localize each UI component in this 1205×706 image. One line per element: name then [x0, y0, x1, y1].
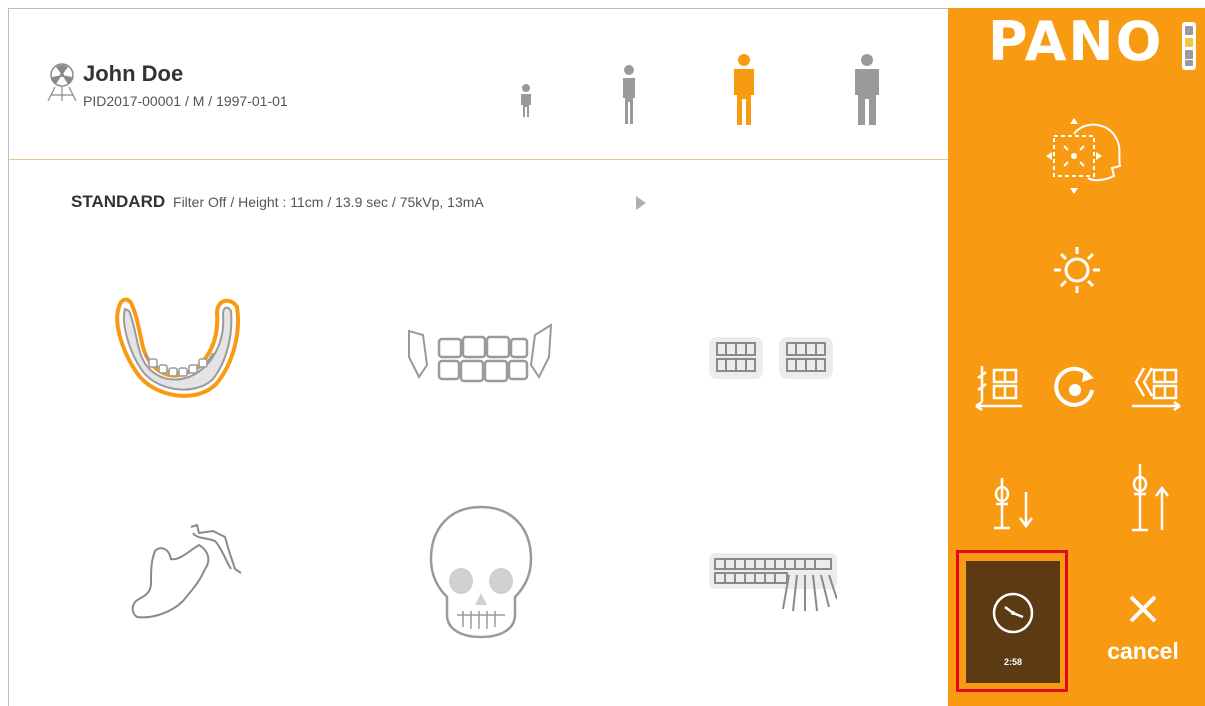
- protocol-details: Filter Off / Height : 11cm / 13.9 sec / …: [173, 194, 484, 210]
- protocol-row: STANDARD Filter Off / Height : 11cm / 13…: [71, 192, 484, 212]
- main-panel: John Doe PID2017-00001 / M / 1997-01-01 …: [8, 8, 949, 706]
- patient-name: John Doe: [83, 61, 184, 86]
- move-forward-icon[interactable]: [1130, 362, 1186, 412]
- height-up-icon[interactable]: [1124, 460, 1178, 534]
- protocol-expand-arrow-icon[interactable]: [635, 195, 647, 211]
- close-icon: [1129, 595, 1157, 623]
- standard-arch-icon[interactable]: [109, 293, 244, 411]
- patient-info: PID2017-00001 / M / 1997-01-01: [83, 93, 288, 109]
- tmj-icon[interactable]: [405, 317, 555, 389]
- app-window: John Doe PID2017-00001 / M / 1997-01-01 …: [0, 0, 1205, 706]
- timer-value: 2:58: [1003, 657, 1022, 667]
- positioning-icon[interactable]: [1044, 114, 1126, 196]
- cancel-button[interactable]: cancel: [1098, 588, 1188, 668]
- radiation-patient-icon: [47, 63, 77, 101]
- patient-header: John Doe PID2017-00001 / M / 1997-01-01: [9, 9, 949, 160]
- rotate-icon[interactable]: [1052, 366, 1098, 412]
- body-size-adult-large-icon[interactable]: [849, 53, 885, 127]
- side-panel: PANO 2:58 cancel: [948, 8, 1205, 706]
- light-icon[interactable]: [1052, 245, 1102, 295]
- body-size-child-small-icon[interactable]: [515, 83, 537, 119]
- move-back-icon[interactable]: [972, 362, 1026, 412]
- full-dentition-icon[interactable]: [709, 549, 837, 617]
- mode-title: PANO: [988, 10, 1164, 73]
- body-size-adult-icon[interactable]: [727, 53, 761, 127]
- cancel-label: cancel: [1107, 638, 1179, 664]
- skull-icon[interactable]: [427, 503, 535, 641]
- timer-button[interactable]: 2:58: [966, 561, 1060, 683]
- protocol-mode: STANDARD: [71, 192, 166, 211]
- bitewing-icon[interactable]: [709, 331, 833, 383]
- height-down-icon[interactable]: [988, 474, 1038, 532]
- half-jaw-icon[interactable]: [125, 521, 245, 627]
- status-indicator: [1182, 22, 1196, 70]
- clock-icon: [992, 592, 1034, 634]
- body-size-child-icon[interactable]: [618, 64, 640, 126]
